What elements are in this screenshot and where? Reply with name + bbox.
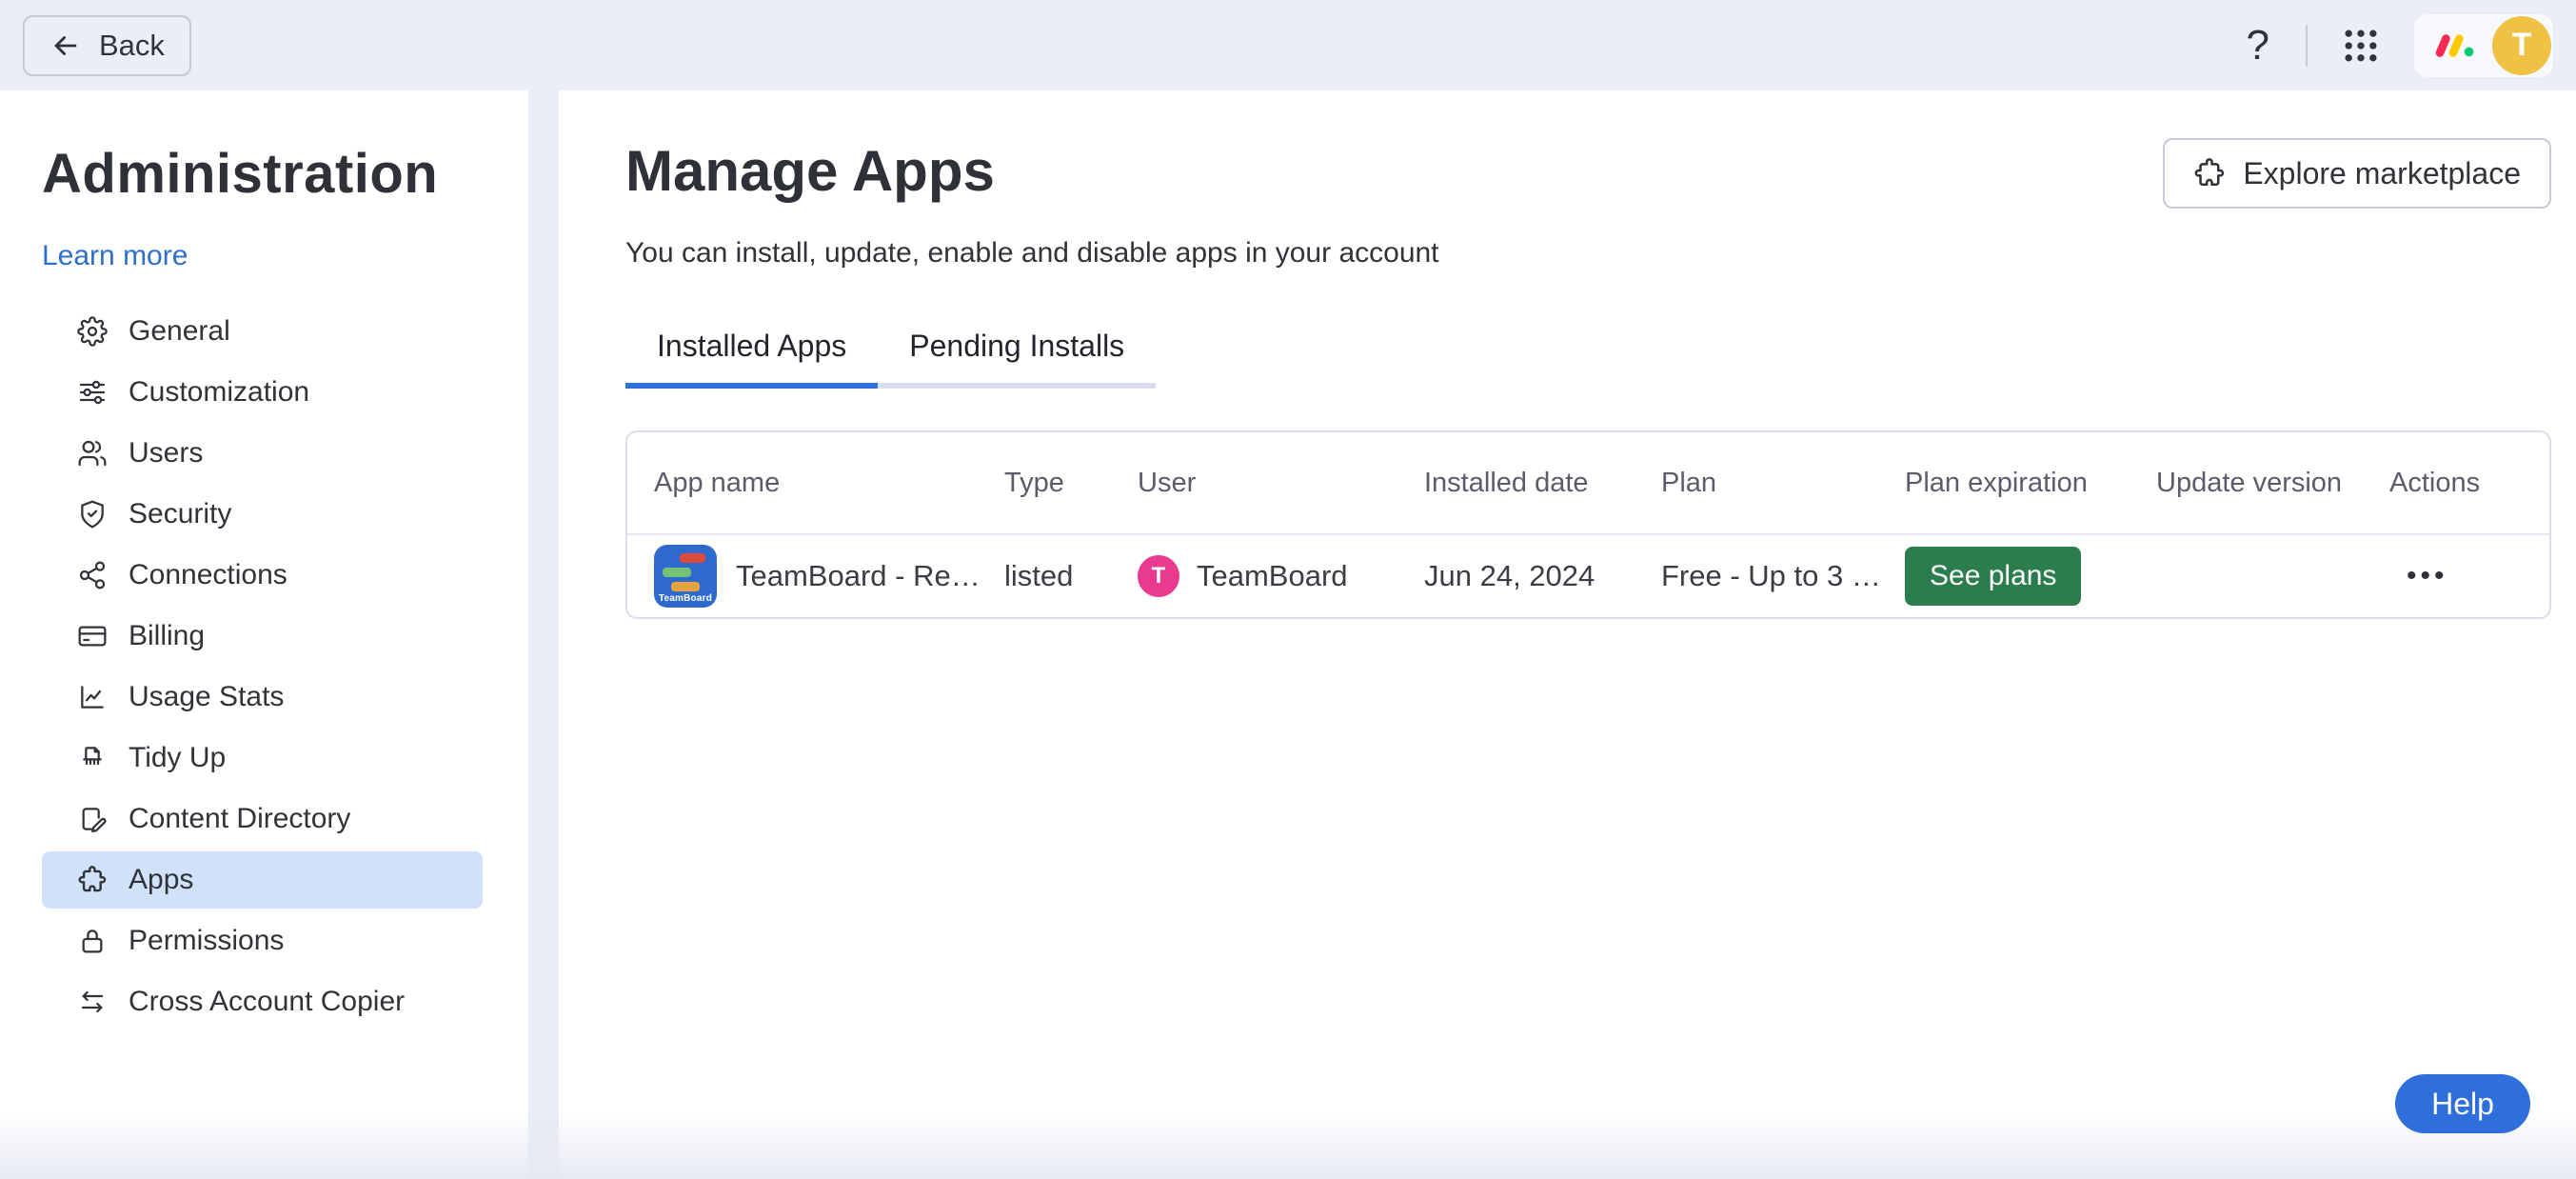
- app-icon-bar: [680, 553, 705, 563]
- app-icon-label: TeamBoard: [658, 593, 713, 604]
- explore-marketplace-label: Explore marketplace: [2243, 155, 2521, 190]
- admin-sidebar: Administration Learn more General Custom…: [0, 90, 528, 1179]
- plan: Free - Up to 3 …: [1661, 559, 1881, 592]
- shield-check-icon: [81, 500, 104, 529]
- topbar-divider: [2306, 24, 2308, 67]
- column-header-plan-expiration: Plan expiration: [1905, 467, 2088, 498]
- sidebar-item-usage-stats[interactable]: Usage Stats: [42, 669, 483, 726]
- back-label: Back: [99, 28, 165, 62]
- help-question-icon[interactable]: ?: [2239, 22, 2277, 70]
- installed-date: Jun 24, 2024: [1424, 559, 1595, 592]
- user-name: TeamBoard: [1197, 559, 1348, 592]
- users-icon: [78, 440, 107, 467]
- sidebar-item-label: Connections: [129, 559, 287, 590]
- sidebar-item-label: Billing: [129, 620, 206, 651]
- column-header-update-version: Update version: [2156, 467, 2343, 498]
- sidebar-item-label: Permissions: [129, 925, 285, 956]
- shredder-icon: [83, 747, 102, 766]
- sidebar-item-label: Cross Account Copier: [129, 986, 406, 1017]
- sidebar-item-customization[interactable]: Customization: [42, 364, 483, 421]
- sidebar-item-label: Apps: [129, 864, 194, 895]
- apps-grid-icon[interactable]: [2336, 21, 2386, 70]
- sidebar-item-apps[interactable]: Apps: [42, 851, 483, 909]
- sidebar-item-connections[interactable]: Connections: [42, 547, 483, 604]
- tabs: Installed Apps Pending Installs: [625, 329, 2551, 389]
- app-name-cell: TeamBoard TeamBoard - Re…: [654, 545, 1004, 608]
- column-header-type: Type: [1004, 467, 1064, 498]
- row-actions-menu-icon[interactable]: •••: [2389, 560, 2549, 592]
- app-icon-bar: [663, 568, 691, 577]
- column-header-actions: Actions: [2389, 467, 2481, 498]
- topbar: Back ? T: [0, 0, 2576, 90]
- page-subtitle: You can install, update, enable and disa…: [625, 237, 1439, 269]
- app-type: listed: [1004, 559, 1074, 592]
- sidebar-item-permissions[interactable]: Permissions: [42, 912, 483, 969]
- sidebar-item-security[interactable]: Security: [42, 486, 483, 543]
- manage-apps-panel: Manage Apps You can install, update, ena…: [559, 90, 2576, 1179]
- puzzle-icon: [78, 866, 107, 892]
- sidebar-item-label: Content Directory: [129, 803, 351, 834]
- column-header-user: User: [1138, 467, 1197, 498]
- column-header-plan: Plan: [1661, 467, 1717, 498]
- sidebar-item-cross-account-copier[interactable]: Cross Account Copier: [42, 973, 483, 1030]
- sidebar-item-label: Tidy Up: [129, 742, 227, 773]
- account-pill[interactable]: T: [2414, 13, 2553, 77]
- chart-icon: [81, 686, 104, 709]
- column-header-app-name: App name: [654, 467, 781, 498]
- sidebar-item-label: Users: [129, 437, 204, 469]
- sidebar-item-label: Customization: [129, 376, 310, 408]
- gear-icon: [77, 316, 108, 347]
- arrow-left-icon: [54, 35, 77, 55]
- back-button[interactable]: Back: [23, 14, 191, 76]
- avatar[interactable]: T: [2492, 15, 2551, 75]
- monday-logo-icon: [2435, 33, 2474, 57]
- help-button[interactable]: Help: [2395, 1074, 2530, 1133]
- table-header-row: App name Type User Installed date Plan P…: [627, 432, 2549, 535]
- credit-card-icon: [78, 626, 107, 647]
- sidebar-item-users[interactable]: Users: [42, 425, 483, 482]
- lock-icon: [82, 929, 103, 953]
- sidebar-nav: General Customization Users Security Con…: [42, 303, 483, 1030]
- column-header-installed-date: Installed date: [1424, 467, 1589, 498]
- sliders-icon: [79, 380, 106, 405]
- learn-more-link[interactable]: Learn more: [42, 240, 188, 272]
- see-plans-button[interactable]: See plans: [1905, 547, 2082, 606]
- puzzle-icon: [2194, 158, 2225, 187]
- network-icon: [79, 561, 106, 590]
- sidebar-item-general[interactable]: General: [42, 303, 483, 360]
- app-name: TeamBoard - Re…: [736, 559, 981, 592]
- topbar-right-cluster: ? T: [2239, 13, 2553, 77]
- sidebar-item-label: Security: [129, 498, 232, 530]
- sidebar-item-label: Usage Stats: [129, 681, 285, 712]
- user-cell: T TeamBoard: [1138, 555, 1424, 597]
- teamboard-app-icon: TeamBoard: [654, 545, 717, 608]
- plan-expiration-cell: See plans: [1905, 547, 2156, 606]
- table-row: TeamBoard TeamBoard - Re… listed T TeamB…: [627, 535, 2549, 617]
- sidebar-item-tidy-up[interactable]: Tidy Up: [42, 729, 483, 787]
- sidebar-title: Administration: [42, 143, 439, 205]
- explore-marketplace-button[interactable]: Explore marketplace: [2163, 138, 2551, 209]
- swap-arrows-icon: [81, 990, 104, 1013]
- sidebar-item-content-directory[interactable]: Content Directory: [42, 790, 483, 848]
- tab-pending-installs[interactable]: Pending Installs: [878, 329, 1157, 389]
- sidebar-item-label: General: [129, 315, 230, 347]
- installed-apps-table: App name Type User Installed date Plan P…: [625, 430, 2551, 619]
- user-avatar: T: [1138, 555, 1179, 597]
- app-icon-bar: [671, 582, 700, 591]
- tab-installed-apps[interactable]: Installed Apps: [625, 329, 879, 389]
- sidebar-item-billing[interactable]: Billing: [42, 608, 483, 665]
- document-edit-icon: [82, 808, 107, 833]
